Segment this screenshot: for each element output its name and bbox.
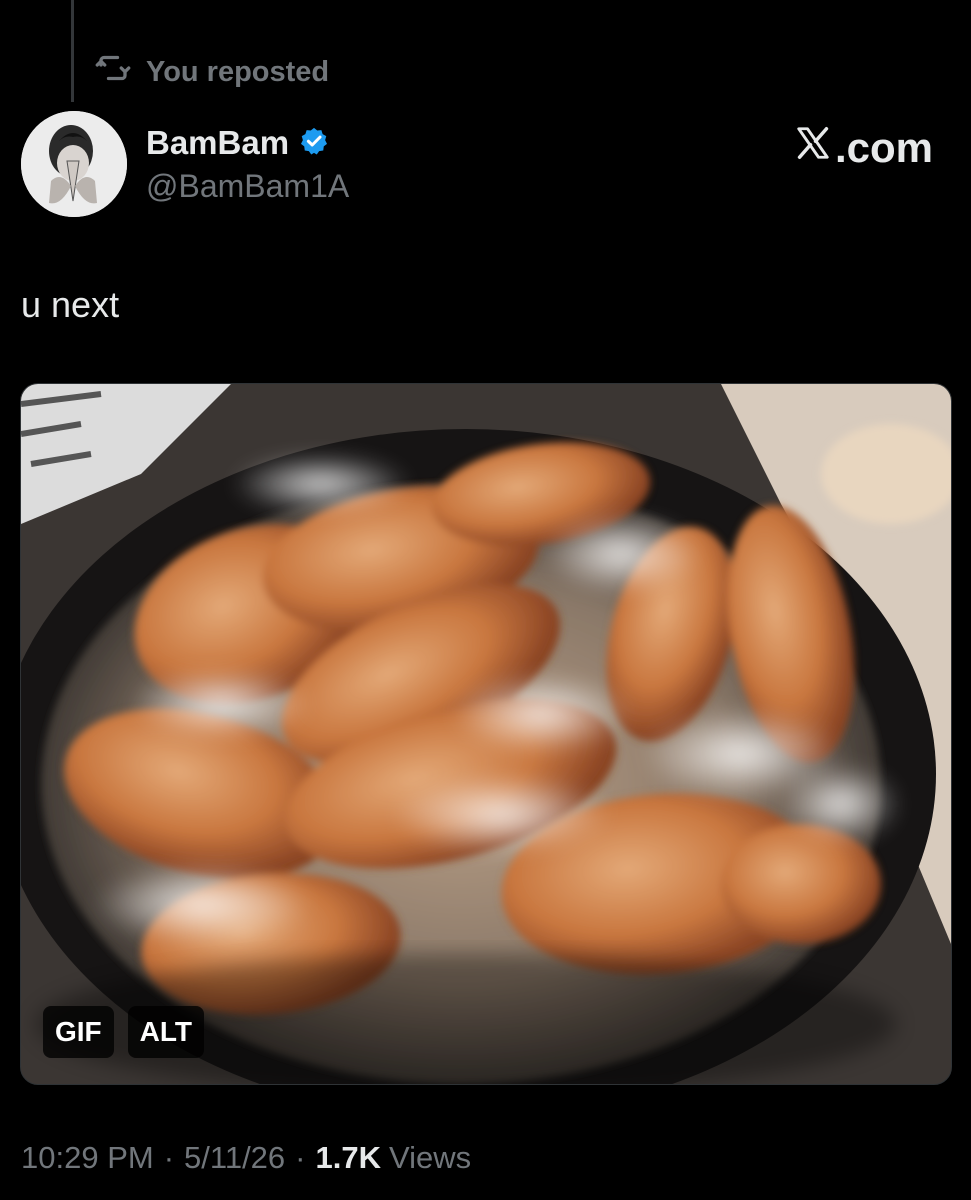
repost-label: You reposted [146, 55, 330, 88]
tweet-media-gif[interactable]: GIF ALT [20, 383, 952, 1085]
tweet-text: u next [21, 284, 120, 325]
tweet-date[interactable]: 5/11/26 [184, 1140, 285, 1176]
views-label: Views [388, 1140, 472, 1175]
views-count[interactable]: 1.7K [316, 1140, 381, 1176]
x-logo-icon [793, 124, 833, 172]
tweet-time[interactable]: 10:29 PM [21, 1140, 154, 1176]
gif-badge: GIF [43, 1006, 114, 1058]
author-block[interactable]: BamBam @BamBam1A [146, 122, 349, 205]
repost-indicator: You reposted [94, 52, 329, 92]
verified-badge-icon [299, 126, 329, 161]
meta-separator: · [295, 1140, 306, 1175]
author-handle[interactable]: @BamBam1A [146, 168, 349, 205]
author-name[interactable]: BamBam [146, 124, 289, 162]
media-badges: GIF ALT [43, 1006, 205, 1058]
tweet-meta: 10:29 PM · 5/11/26 · 1.7K Views [21, 1140, 471, 1176]
thread-line [71, 0, 74, 102]
brand-text: .com [834, 124, 933, 171]
repost-icon [94, 53, 132, 91]
fried-chicken-image [21, 384, 951, 1084]
brand-watermark: .com [793, 124, 933, 172]
meta-separator: · [163, 1140, 175, 1175]
avatar[interactable] [21, 111, 127, 217]
author-name-row: BamBam [146, 122, 349, 164]
alt-badge[interactable]: ALT [127, 1006, 205, 1058]
